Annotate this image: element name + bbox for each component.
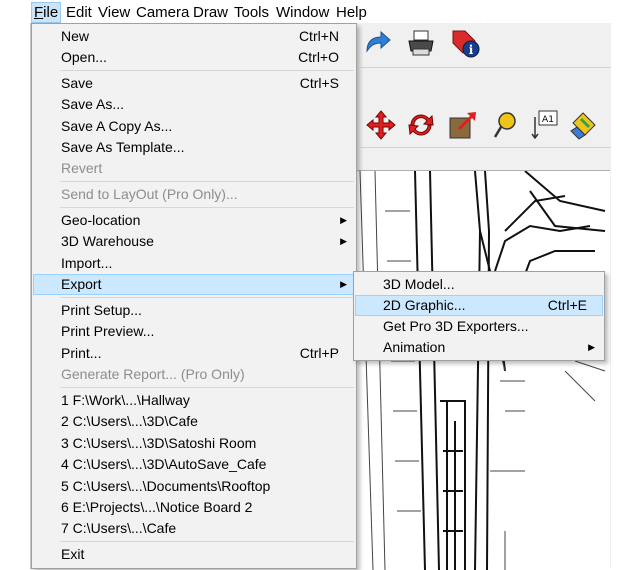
menu-separator	[60, 541, 354, 542]
menu-item-label: Export	[61, 276, 102, 292]
menu-separator	[60, 207, 354, 208]
menu-help[interactable]: Help	[334, 3, 369, 22]
menu-separator	[60, 70, 354, 71]
svg-text:i: i	[469, 43, 474, 57]
menu-item-label: Print...	[61, 345, 102, 361]
menu-item-exit[interactable]: Exit	[33, 544, 355, 565]
print-icon[interactable]	[405, 27, 437, 59]
menu-item-save-as[interactable]: Save As...	[33, 94, 355, 115]
menu-item-export[interactable]: Export ▶	[33, 274, 355, 295]
redo-icon[interactable]	[361, 27, 393, 59]
menu-item-label: Animation	[383, 339, 446, 355]
menu-camera[interactable]: Camera	[134, 3, 191, 22]
recent-file-item[interactable]: 3 C:\Users\...\3D\Satoshi Room	[33, 433, 355, 454]
menu-item-shortcut: Ctrl+N	[298, 28, 339, 44]
menu-item-label: Save A Copy As...	[61, 118, 173, 134]
menu-draw[interactable]: Draw	[191, 3, 230, 22]
svg-text:A1: A1	[542, 115, 554, 125]
menu-item-open[interactable]: Open... Ctrl+O	[33, 47, 355, 68]
recent-file-item[interactable]: 5 C:\Users\...\Documents\Rooftop	[33, 476, 355, 497]
menu-view[interactable]: View	[96, 3, 132, 22]
recent-file-item[interactable]: 4 C:\Users\...\3D\AutoSave_Cafe	[33, 454, 355, 475]
menu-item-print-preview[interactable]: Print Preview...	[33, 321, 355, 342]
menu-item-export-3d-model[interactable]: 3D Model...	[355, 274, 603, 295]
menu-separator	[60, 387, 354, 388]
menu-item-label: 6 E:\Projects\...\Notice Board 2	[61, 499, 253, 515]
model-viewport[interactable]	[355, 170, 610, 570]
recent-file-item[interactable]: 2 C:\Users\...\3D\Cafe	[33, 411, 355, 432]
menu-item-label: Import...	[61, 255, 113, 271]
menu-item-shortcut: Ctrl+S	[299, 75, 339, 91]
submenu-arrow-icon: ▶	[340, 236, 347, 246]
rotate-icon[interactable]	[405, 109, 437, 141]
menu-item-label: Revert	[61, 160, 103, 176]
menu-item-geo-location[interactable]: Geo-location ▶	[33, 210, 355, 231]
move-icon[interactable]	[365, 109, 397, 141]
menu-item-print[interactable]: Print... Ctrl+P	[33, 343, 355, 364]
menu-item-label: 3 C:\Users\...\3D\Satoshi Room	[61, 435, 257, 451]
menu-item-label: Save As...	[61, 96, 125, 112]
menu-item-save-copy-as[interactable]: Save A Copy As...	[33, 116, 355, 137]
menu-item-3d-warehouse[interactable]: 3D Warehouse ▶	[33, 231, 355, 252]
menu-item-label: Open...	[61, 49, 107, 65]
menu-file[interactable]: File	[30, 2, 62, 23]
scale-icon[interactable]	[447, 109, 479, 141]
menu-item-label: 1 F:\Work\...\Hallway	[61, 392, 190, 408]
standard-toolbar: i	[361, 23, 621, 63]
menu-separator	[60, 181, 354, 182]
menu-item-label: New	[61, 28, 90, 44]
menu-item-label: Get Pro 3D Exporters...	[383, 318, 529, 334]
paint-bucket-icon[interactable]	[567, 109, 599, 141]
menu-item-shortcut: Ctrl+P	[299, 345, 339, 361]
menu-item-label: Generate Report... (Pro Only)	[61, 366, 245, 382]
menu-item-label: 7 C:\Users\...\Cafe	[61, 520, 177, 536]
menu-item-export-2d-graphic[interactable]: 2D Graphic... Ctrl+E	[355, 295, 603, 316]
file-menu: New Ctrl+N Open... Ctrl+O Save Ctrl+S Sa…	[31, 23, 357, 569]
export-submenu: 3D Model... 2D Graphic... Ctrl+E Get Pro…	[353, 271, 605, 361]
recent-file-item[interactable]: 7 C:\Users\...\Cafe	[33, 518, 355, 539]
menu-item-label: 3D Warehouse	[61, 233, 154, 249]
menu-item-new[interactable]: New Ctrl+N	[33, 26, 355, 47]
model-info-icon[interactable]: i	[449, 27, 481, 59]
menu-item-shortcut: Ctrl+E	[547, 297, 587, 313]
menu-edit[interactable]: Edit	[64, 3, 94, 22]
text-tool-icon[interactable]: A1	[529, 109, 561, 141]
menu-item-shortcut: Ctrl+O	[298, 49, 339, 65]
menu-item-save-as-template[interactable]: Save As Template...	[33, 137, 355, 158]
menu-bar: File Edit View Camera Draw Tools Window …	[0, 0, 640, 24]
menu-item-send-to-layout: Send to LayOut (Pro Only)...	[33, 184, 355, 205]
menu-item-get-pro-exporters[interactable]: Get Pro 3D Exporters...	[355, 316, 603, 337]
menu-item-label: Send to LayOut (Pro Only)...	[61, 186, 238, 202]
menu-separator	[60, 297, 354, 298]
menu-item-label: Exit	[61, 546, 85, 562]
model-drawing	[359, 171, 606, 570]
menu-item-label: 2 C:\Users\...\3D\Cafe	[61, 413, 198, 429]
menu-item-label: Geo-location	[61, 212, 141, 228]
menu-window[interactable]: Window	[274, 3, 331, 22]
menu-item-print-setup[interactable]: Print Setup...	[33, 300, 355, 321]
menu-item-label: Print Setup...	[61, 302, 142, 318]
menu-item-label: 3D Model...	[383, 276, 455, 292]
menu-item-label: 5 C:\Users\...\Documents\Rooftop	[61, 478, 271, 494]
recent-file-item[interactable]: 6 E:\Projects\...\Notice Board 2	[33, 497, 355, 518]
menu-item-save[interactable]: Save Ctrl+S	[33, 73, 355, 94]
menu-item-label: Print Preview...	[61, 323, 155, 339]
recent-file-item[interactable]: 1 F:\Work\...\Hallway	[33, 390, 355, 411]
menu-item-revert: Revert	[33, 158, 355, 179]
submenu-arrow-icon: ▶	[340, 279, 347, 289]
menu-item-import[interactable]: Import...	[33, 253, 355, 274]
menu-item-label: Save As Template...	[61, 139, 185, 155]
edit-toolbar: A1	[361, 105, 621, 145]
menu-item-label: 4 C:\Users\...\3D\AutoSave_Cafe	[61, 456, 267, 472]
menu-item-generate-report: Generate Report... (Pro Only)	[33, 364, 355, 385]
menu-item-animation[interactable]: Animation ▶	[355, 337, 603, 358]
menu-item-label: 2D Graphic...	[383, 297, 466, 313]
submenu-arrow-icon: ▶	[588, 342, 595, 352]
menu-item-label: Save	[61, 75, 93, 91]
menu-tools[interactable]: Tools	[232, 3, 271, 22]
tape-measure-icon[interactable]	[491, 109, 523, 141]
submenu-arrow-icon: ▶	[340, 215, 347, 225]
